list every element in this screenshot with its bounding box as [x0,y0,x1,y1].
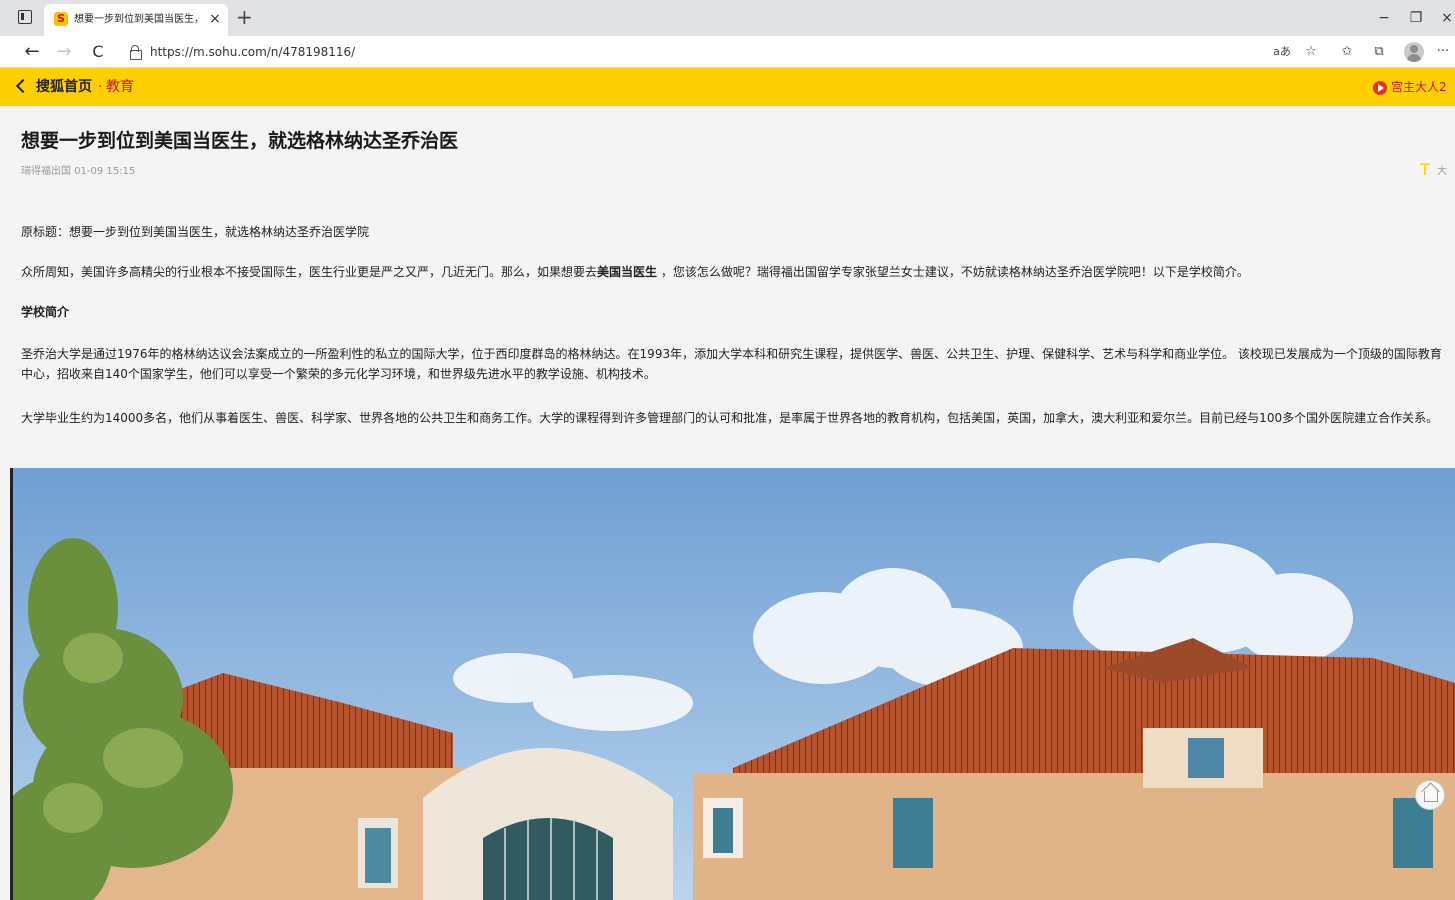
favorite-add-icon[interactable]: ☆ [1302,43,1320,61]
font-size-icon: T [1420,160,1430,179]
original-title: 原标题：想要一步到位到美国当医生，就选格林纳达圣乔治医学院 [21,225,370,239]
profile-icon[interactable] [1404,42,1424,62]
browser-tab[interactable]: S 想要一步到位到美国当医生，就选 × [44,4,228,36]
article: 想要一步到位到美国当医生，就选格林纳达圣乔治医 瑞得福出国 01-09 15:1… [0,106,1455,900]
tab-title: 想要一步到位到美国当医生，就选 [74,14,198,25]
lock-icon[interactable] [130,45,142,60]
back-arrow-icon[interactable]: ← [22,42,42,62]
favorites-icon[interactable]: ✩ [1338,43,1356,61]
window-close-icon[interactable]: × [1440,10,1454,26]
section-heading: 学校简介 [21,305,70,319]
site-header: 搜狐首页 · 教育 宫主大人2 [0,68,1455,106]
browser-toolbar: ← → C https://m.sohu.com/n/478198116/ aあ… [0,36,1455,68]
reload-icon[interactable]: C [88,42,108,62]
collections-icon[interactable]: ⧉ [1370,43,1388,61]
campus-photo [10,468,1455,900]
author-link[interactable]: 宫主大人2 [1391,79,1447,95]
tab-actions-icon[interactable] [18,10,32,24]
channel-link[interactable]: 教育 [106,78,134,96]
font-size-toggle[interactable]: T 大 [1420,161,1450,179]
close-icon[interactable]: × [208,11,222,27]
plus-icon[interactable]: + [236,7,253,27]
sohu-home-link[interactable]: 搜狐首页 [36,78,92,96]
article-paragraph: 众所周知，美国许多高精尖的行业根本不接受国际生，医生行业更是严之又严，几近无门。… [21,265,1249,279]
sohu-favicon: S [54,12,68,26]
article-paragraph: 大学毕业生约为14000多名，他们从事着医生、兽医、科学家、世界各地的公共卫生和… [21,411,1439,425]
restore-icon[interactable]: ❐ [1408,10,1424,26]
home-icon[interactable] [1415,780,1445,810]
forward-arrow-icon[interactable]: → [54,42,74,62]
more-icon[interactable]: ··· [1433,43,1453,61]
browser-tab-bar: S 想要一步到位到美国当医生，就选 × + − ❐ × [0,0,1455,36]
article-meta: 瑞得福出国 01-09 15:15 [21,166,136,177]
font-size-label: 大 [1437,166,1447,177]
article-paragraph: 圣乔治大学是通过1976年的格林纳达议会法案成立的一所盈利性的私立的国际大学，位… [21,347,1442,381]
author-play-icon[interactable] [1373,81,1387,95]
address-bar[interactable]: https://m.sohu.com/n/478198116/ [150,44,355,60]
breadcrumb-separator: · [98,79,103,95]
read-aloud-icon[interactable]: aあ [1270,43,1294,61]
chevron-left-icon[interactable] [15,78,31,94]
bold-link-text: 美国当医生 [597,265,658,279]
minimize-icon[interactable]: − [1376,10,1392,26]
article-title: 想要一步到位到美国当医生，就选格林纳达圣乔治医 [21,130,459,152]
